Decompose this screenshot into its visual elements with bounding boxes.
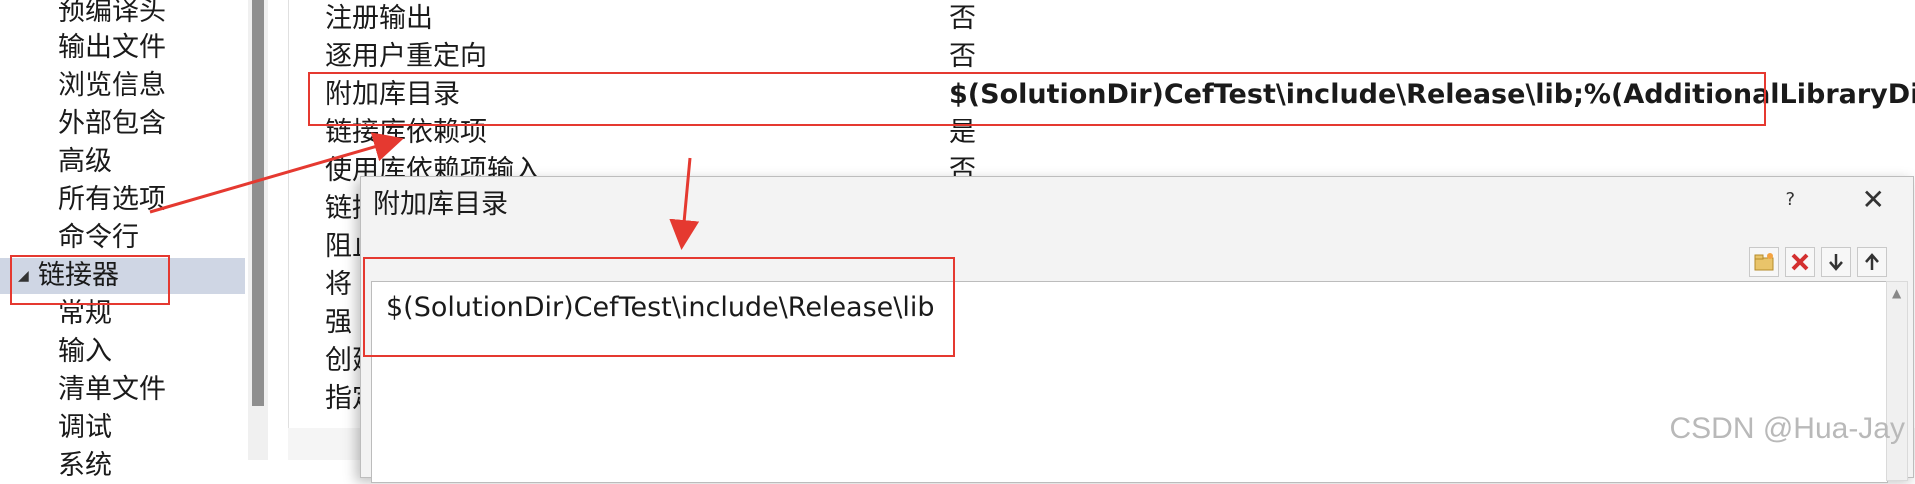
watermark: CSDN @Hua-Jay (1669, 412, 1905, 445)
annotation-arrow (669, 157, 700, 250)
annotation-arrows (149, 132, 700, 250)
annotation-arrow (149, 132, 404, 214)
